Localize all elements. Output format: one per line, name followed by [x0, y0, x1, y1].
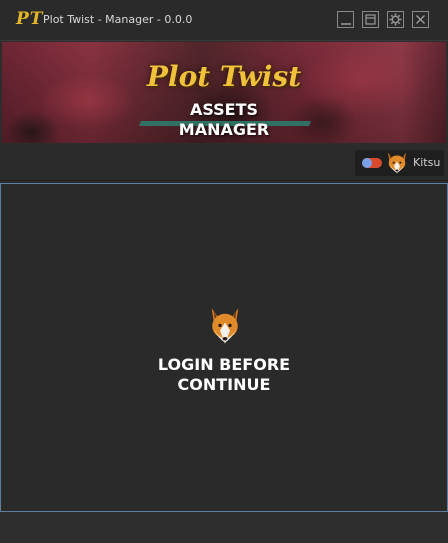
- close-button[interactable]: [412, 11, 429, 28]
- fox-icon: [388, 152, 406, 174]
- maximize-icon: [365, 14, 376, 25]
- main-panel: LOGIN BEFORE CONTINUE: [0, 183, 448, 512]
- banner-subtitle-line1: ASSETS: [189, 100, 259, 119]
- banner-subtitle: ASSETS MANAGER: [2, 100, 446, 140]
- minimize-button[interactable]: [337, 11, 354, 28]
- user-chip[interactable]: Kitsu: [355, 150, 444, 176]
- login-message-line1: LOGIN BEFORE: [157, 355, 291, 374]
- minimize-icon: [341, 23, 351, 25]
- title-bar: PT Plot Twist - Manager - 0.0.0: [0, 0, 448, 41]
- fox-icon: [211, 308, 239, 344]
- toggle-knob: [362, 158, 372, 168]
- login-message: LOGIN BEFORE CONTINUE: [1, 355, 447, 395]
- settings-button[interactable]: [387, 11, 404, 28]
- settings-icon: [389, 13, 402, 26]
- close-icon: [416, 15, 425, 24]
- app-logo: PT: [16, 9, 44, 29]
- user-name: Kitsu: [413, 156, 441, 169]
- window-title: Plot Twist - Manager - 0.0.0: [43, 13, 193, 26]
- maximize-button[interactable]: [362, 11, 379, 28]
- footer: [0, 512, 448, 543]
- banner-logo: Plot Twist: [146, 60, 302, 93]
- banner-subtitle-line2: MANAGER: [178, 120, 270, 139]
- status-toggle[interactable]: [362, 158, 382, 168]
- login-message-line2: CONTINUE: [177, 375, 271, 394]
- header-banner: Plot Twist ASSETS MANAGER: [2, 42, 446, 143]
